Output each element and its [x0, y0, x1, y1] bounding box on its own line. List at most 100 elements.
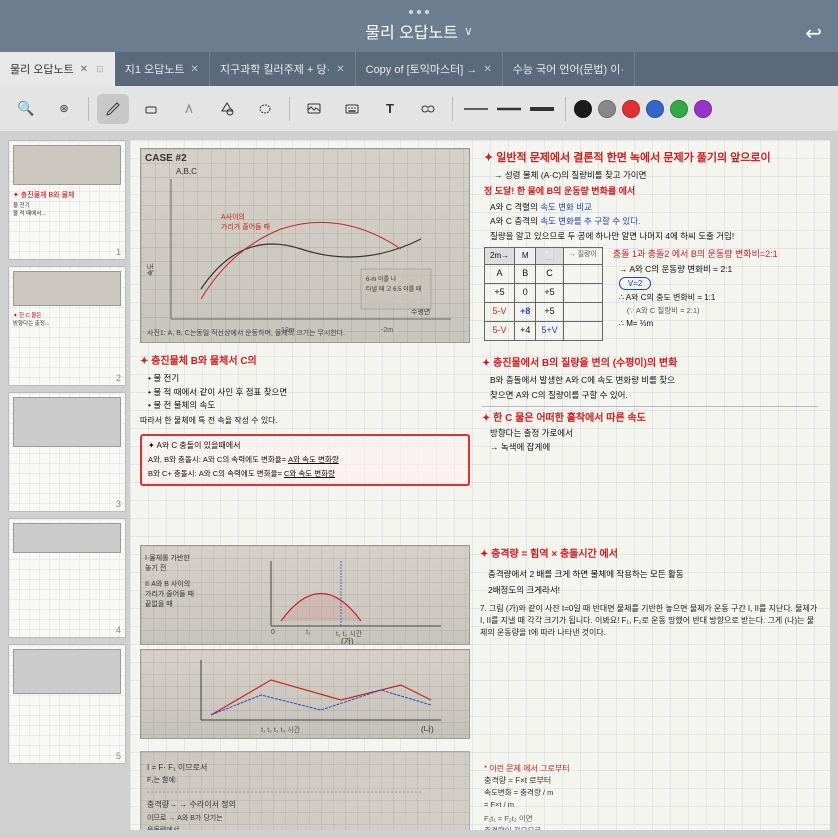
- bottom-photos: I·물체를 가반한 놓기 전 II·A와 B 사이의 가리가 줄어들 때 끝없을…: [140, 545, 470, 745]
- tab-label: 지구과학 킬러주제 + 당·: [220, 61, 330, 77]
- svg-text:속도변화 = 충격량 / m: 속도변화 = 충격량 / m: [484, 787, 553, 797]
- tab-label: 지1 오답노트: [125, 61, 185, 77]
- bottom-image-row: I = F· F₁ 이므로서 F₁는 함에: 충격량→ → 수라이서 정의 이므…: [140, 751, 820, 830]
- color-gray[interactable]: [598, 100, 616, 118]
- bottom-right-notes: * 이런 문제 에서 그로부터 충격량 = F×t 로부터 속도변화 = 충격량…: [476, 751, 820, 830]
- svg-text:F₁는 함에:: F₁는 함에:: [147, 775, 177, 784]
- tab-label: 물리 오답노트: [10, 61, 74, 77]
- toolbar-separator-2: [289, 97, 290, 121]
- page-thumb-3[interactable]: 3: [8, 392, 126, 512]
- case-diagram: A,B,C 수평면 속도 12m -2m A사이의 가리가 줄어들 때 6-m …: [141, 149, 469, 342]
- page-number: 3: [116, 499, 121, 509]
- tab-geo-notes[interactable]: 지1 오답노트 ✕: [115, 52, 210, 86]
- tab-copy-toeic[interactable]: Copy of [토익마스터] → ✕: [356, 52, 503, 86]
- svg-text:충격량이 같으므로: 충격량이 같으므로: [484, 825, 541, 830]
- lasso-button[interactable]: [249, 94, 281, 124]
- page-number: 5: [116, 751, 121, 761]
- page-number: 2: [116, 373, 121, 383]
- svg-text:(나): (나): [421, 725, 434, 734]
- tab-physics-notes[interactable]: 물리 오답노트 ✕ ⊡: [0, 52, 115, 86]
- svg-text:I = F· F₁ 이므로서: I = F· F₁ 이므로서: [147, 762, 207, 772]
- zoom-search-button[interactable]: 🔍: [10, 94, 42, 124]
- svg-text:= F×t / m: = F×t / m: [484, 800, 514, 809]
- svg-text:* 이런 문제 에서 그로부터: * 이런 문제 에서 그로부터: [484, 763, 570, 773]
- link-button[interactable]: [412, 94, 444, 124]
- tab-korean-language[interactable]: 수능 국어 언어(문법) 이·: [503, 52, 635, 86]
- svg-text:가리가 줄어들 때: 가리가 줄어들 때: [145, 589, 194, 598]
- page-thumb-5[interactable]: 5: [8, 644, 126, 764]
- note-page: CASE #2 A,B,C 수평면 속도 12m: [130, 140, 830, 830]
- eraser-button[interactable]: [135, 94, 167, 124]
- bluetooth-button[interactable]: ⊛: [48, 94, 80, 124]
- lasso-icon: [257, 101, 273, 117]
- color-green[interactable]: [670, 100, 688, 118]
- tab-close-icon[interactable]: ✕: [191, 64, 199, 75]
- toolbar-separator-4: [565, 97, 566, 121]
- svg-text:I·물체를 가반한: I·물체를 가반한: [145, 553, 190, 562]
- keyboard-icon: [344, 101, 360, 117]
- line-thick-button[interactable]: [527, 99, 557, 119]
- velocity-table: 2m→M⬜→ 질량이 ABC +50+5 5-V+8+5 5-V+45+V: [484, 247, 603, 341]
- back-button[interactable]: ↩: [805, 21, 822, 46]
- color-blue[interactable]: [646, 100, 664, 118]
- svg-text:A사이의: A사이의: [221, 212, 245, 221]
- line-medium-button[interactable]: [494, 99, 524, 119]
- shape-icon: [219, 101, 235, 117]
- tab-bar: 물리 오답노트 ✕ ⊡ 지1 오답노트 ✕ 지구과학 킬러주제 + 당· ✕ C…: [0, 52, 838, 86]
- page-number: 4: [116, 625, 121, 635]
- svg-text:충격량 = F×t 로부터: 충격량 = F×t 로부터: [484, 775, 551, 785]
- pen-button[interactable]: [97, 94, 129, 124]
- image-button[interactable]: [298, 94, 330, 124]
- tab-close-icon[interactable]: ✕: [483, 64, 491, 75]
- page-sidebar: ✦ 충진물체 B와 물체 물 전기 물 적 때에서... 1 ✦ 한 C 물은 …: [8, 140, 126, 830]
- svg-text:속도: 속도: [147, 263, 155, 276]
- tab-close-icon[interactable]: ✕: [80, 64, 88, 75]
- svg-text:끝없을 때: 끝없을 때: [145, 599, 173, 608]
- svg-text:t₁: t₁: [306, 629, 311, 636]
- medium-line-icon: [495, 104, 523, 114]
- shape-button[interactable]: [211, 94, 243, 124]
- color-purple[interactable]: [694, 100, 712, 118]
- svg-text:F₁t₁ = F₂t₂ 이면: F₁t₁ = F₂t₂ 이면: [484, 813, 533, 823]
- svg-text:운동량에서: 운동량에서: [147, 825, 179, 830]
- tab-edit-icon[interactable]: ⊡: [96, 64, 104, 75]
- page-thumb-4[interactable]: 4: [8, 518, 126, 638]
- svg-text:이므로 → A와 B가 당기는: 이므로 → A와 B가 당기는: [147, 813, 223, 822]
- app-title: 물리 오답노트 ∨: [365, 19, 473, 43]
- case-photo: CASE #2 A,B,C 수평면 속도 12m: [140, 148, 470, 343]
- color-black[interactable]: [574, 100, 592, 118]
- page-thumb-1[interactable]: ✦ 충진물체 B와 물체 물 전기 물 적 때에서... 1: [8, 140, 126, 260]
- svg-text:충격량→ → 수라이서 정의: 충격량→ → 수라이서 정의: [147, 799, 236, 809]
- highlighter-icon: [181, 101, 197, 117]
- keyboard-button[interactable]: [336, 94, 368, 124]
- color-red[interactable]: [622, 100, 640, 118]
- toolbar-separator-3: [452, 97, 453, 121]
- toolbar-separator-1: [88, 97, 89, 121]
- svg-text:-2m: -2m: [381, 327, 393, 334]
- tab-label: Copy of [토익마스터] →: [366, 61, 478, 77]
- line-thin-button[interactable]: [461, 99, 491, 119]
- svg-text:A,B,C: A,B,C: [176, 167, 197, 176]
- window-dots: [409, 10, 429, 14]
- bottom-right-section: ✦ 충격량 = 힘역 × 충돌시간 에서 충격량에서 2 배를 크게 하면 물체…: [478, 545, 820, 745]
- highlighter-button[interactable]: [173, 94, 205, 124]
- title-bar: 물리 오답노트 ∨ ↩: [0, 0, 838, 52]
- svg-text:0: 0: [271, 629, 275, 636]
- middle-left-section: ✦ 충진물체 B와 물체서 C의 • 물 전기 • 물 적 때에서 같이 사인 …: [140, 354, 470, 539]
- note-content-area: CASE #2 A,B,C 수평면 속도 12m: [130, 140, 830, 830]
- tab-earth-science[interactable]: 지구과학 킬러주제 + 당· ✕: [210, 52, 356, 86]
- title-text: 물리 오답노트: [365, 19, 458, 43]
- svg-text:t₁ t₂ t₃ t₄ 시간: t₁ t₂ t₃ t₄ 시간: [261, 725, 301, 734]
- thick-line-icon: [528, 104, 556, 114]
- toolbar: 🔍 ⊛: [0, 86, 838, 132]
- page-thumb-2[interactable]: ✦ 한 C 물은 방향다는 출정... 2: [8, 266, 126, 386]
- svg-text:(가): (가): [341, 637, 354, 644]
- page-number: 1: [116, 247, 121, 257]
- pen-icon: [105, 101, 121, 117]
- text-button[interactable]: T: [374, 94, 406, 124]
- link-icon: [420, 101, 436, 117]
- line-style-group: [461, 99, 557, 119]
- title-chevron-icon[interactable]: ∨: [464, 24, 473, 38]
- tab-close-icon[interactable]: ✕: [336, 64, 344, 75]
- svg-text:타낼 때 고 6.5 이를 때: 타낼 때 고 6.5 이를 때: [366, 285, 421, 293]
